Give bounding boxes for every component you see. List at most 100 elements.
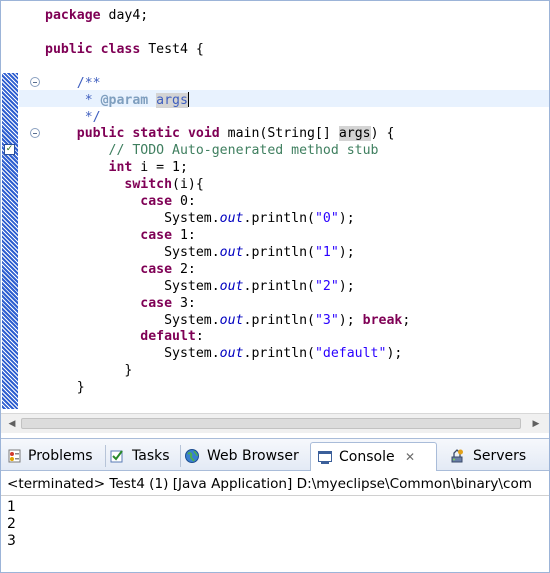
code-token: .println( <box>243 211 315 227</box>
tab-separator <box>105 445 106 467</box>
fold-collapse-icon[interactable] <box>30 128 40 138</box>
code-token: System. <box>45 312 220 328</box>
code-token: "3" <box>314 312 339 328</box>
tab-web-browser[interactable]: Web Browser <box>182 442 308 470</box>
views-tab-bar: Problems Tasks Web Browser Console ✕ Ser… <box>1 438 549 471</box>
tasks-icon <box>110 450 123 463</box>
code-token: ); <box>338 278 355 294</box>
code-token: 3: <box>172 295 196 311</box>
code-token: int <box>108 160 133 176</box>
code-token: args <box>338 126 371 142</box>
code-token: "1" <box>314 244 339 260</box>
code-token: * <box>45 92 101 108</box>
console-output-line: 1 <box>7 499 16 515</box>
code-line: default: <box>45 328 204 345</box>
overview-ruler-range <box>2 73 18 409</box>
code-editor[interactable]: ✓ package day4; public class Test4 { /** … <box>1 1 549 413</box>
code-token: case <box>140 227 173 243</box>
code-token: ) { <box>370 126 395 142</box>
tab-console[interactable]: Console ✕ <box>310 442 437 471</box>
code-line: // TODO Auto-generated method stub <box>45 142 379 159</box>
console-status: <terminated> Test4 (1) [Java Application… <box>7 476 533 492</box>
code-line: System.out.println("0"); <box>45 210 355 227</box>
code-token: "default" <box>314 346 387 362</box>
code-line: case 2: <box>45 261 196 278</box>
task-marker-icon[interactable]: ✓ <box>4 144 15 155</box>
close-icon[interactable]: ✕ <box>405 443 415 471</box>
code-line: case 1: <box>45 227 196 244</box>
code-token: ; <box>402 312 411 328</box>
code-token: 2: <box>172 261 196 277</box>
code-token: break <box>362 312 403 328</box>
code-token: // TODO Auto-generated method stub <box>108 143 379 159</box>
scrollbar-thumb[interactable] <box>21 418 521 429</box>
code-token: ); <box>386 346 403 362</box>
code-token: out <box>219 312 244 328</box>
code-line: /** <box>45 75 101 92</box>
code-token: System. <box>45 278 220 294</box>
code-token: main(String[] <box>219 126 339 142</box>
code-token: Test4 { <box>140 41 204 57</box>
code-token: args <box>156 92 188 108</box>
code-token: : <box>195 329 204 345</box>
code-token: ); <box>338 211 355 227</box>
code-token: i = 1; <box>132 160 188 176</box>
code-line: } <box>45 362 132 379</box>
code-token: (i){ <box>172 177 204 193</box>
tab-problems[interactable]: Problems <box>5 442 103 470</box>
code-token: case <box>140 194 173 210</box>
code-line: * @param args <box>45 92 189 109</box>
code-token: out <box>219 346 244 362</box>
code-token: package <box>45 8 101 23</box>
code-token: void <box>187 126 220 142</box>
code-token: @param <box>100 92 149 108</box>
console-view[interactable]: <terminated> Test4 (1) [Java Application… <box>1 471 549 572</box>
code-line: switch(i){ <box>45 176 204 193</box>
code-token: static <box>132 126 180 142</box>
tab-tasks[interactable]: Tasks <box>107 442 179 470</box>
code-line: case 3: <box>45 295 196 312</box>
code-token: public <box>45 41 93 57</box>
code-token: .println( <box>243 244 315 260</box>
code-token: "2" <box>314 278 339 294</box>
code-token: ); <box>338 312 363 328</box>
editor-horizontal-scrollbar[interactable]: ◀ ▶ <box>1 413 549 433</box>
tab-separator <box>180 445 181 467</box>
code-token: "0" <box>314 211 339 227</box>
code-token: } <box>45 380 85 396</box>
code-line: System.out.println("3"); break; <box>45 312 410 329</box>
code-line: */ <box>45 109 101 126</box>
fold-collapse-icon[interactable] <box>30 77 40 87</box>
editor-ruler: ✓ <box>1 1 19 413</box>
code-token: out <box>219 211 244 227</box>
code-token: .println( <box>243 346 315 362</box>
code-token: day4; <box>100 8 149 23</box>
problems-icon <box>8 449 21 463</box>
code-line: System.out.println("2"); <box>45 278 355 295</box>
tab-problems-label: Problems <box>28 448 93 464</box>
scroll-left-icon[interactable]: ◀ <box>5 417 19 431</box>
code-token: switch <box>124 177 173 193</box>
scroll-right-icon[interactable]: ▶ <box>529 417 543 431</box>
tab-console-label: Console <box>339 449 395 465</box>
code-line: System.out.println("default"); <box>45 345 402 362</box>
code-token: public <box>76 126 125 142</box>
code-line: case 0: <box>45 193 196 210</box>
code-token: 1: <box>172 227 196 243</box>
servers-icon <box>451 449 463 463</box>
code-token: ); <box>338 244 355 260</box>
code-token: .println( <box>243 312 315 328</box>
code-token: System. <box>45 346 220 362</box>
code-token: System. <box>45 211 220 227</box>
tab-servers[interactable]: Servers <box>447 442 537 470</box>
code-token: /** <box>45 75 101 91</box>
code-token: } <box>45 363 133 379</box>
console-output-line: 2 <box>7 516 16 532</box>
web-browser-icon <box>185 449 199 463</box>
